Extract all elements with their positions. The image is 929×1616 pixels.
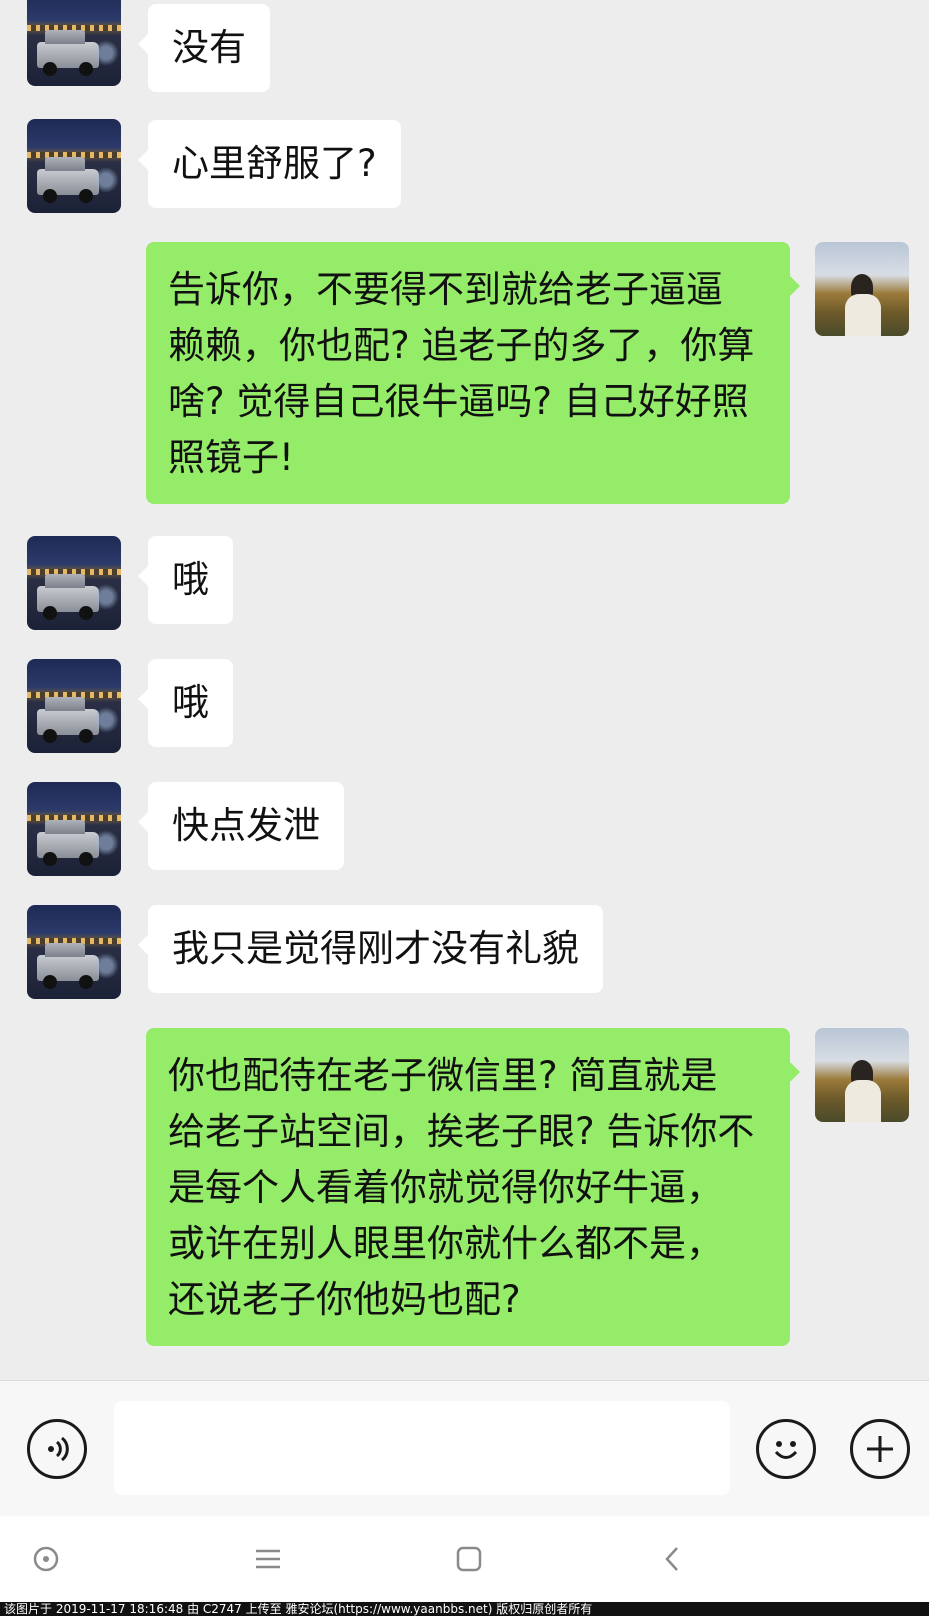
menu-icon[interactable] bbox=[245, 1536, 291, 1582]
message-line: 给老子站空间，挨老子眼? 告诉你不 bbox=[168, 1110, 755, 1153]
message-text: 哦 bbox=[172, 558, 209, 601]
square-icon[interactable] bbox=[446, 1536, 492, 1582]
received-message[interactable]: 快点发泄 bbox=[138, 782, 344, 870]
contact-avatar[interactable] bbox=[27, 659, 121, 753]
message-line: 赖赖，你也配? 追老子的多了，你算 bbox=[168, 324, 755, 367]
system-nav-bar bbox=[0, 1516, 929, 1602]
back-arrow-icon[interactable] bbox=[650, 1536, 696, 1582]
message-line: 照镜子! bbox=[168, 436, 294, 479]
contact-avatar[interactable] bbox=[27, 536, 121, 630]
received-message[interactable]: 心里舒服了? bbox=[138, 120, 401, 208]
emoji-icon[interactable] bbox=[756, 1419, 816, 1479]
contact-avatar[interactable] bbox=[27, 119, 121, 213]
message-line: 是每个人看着你就觉得你好牛逼， bbox=[168, 1166, 723, 1209]
message-text: 哦 bbox=[172, 681, 209, 724]
message-line: 或许在别人眼里你就什么都不是， bbox=[168, 1222, 723, 1265]
input-bar bbox=[0, 1380, 929, 1517]
message-text: 心里舒服了? bbox=[172, 142, 377, 185]
message-line: 啥? 觉得自己很牛逼吗? 自己好好照 bbox=[168, 380, 749, 423]
received-message[interactable]: 哦 bbox=[138, 536, 233, 624]
circle-dot-icon[interactable] bbox=[23, 1536, 69, 1582]
message-text: 没有 bbox=[172, 26, 246, 69]
chat-area[interactable]: 没有 心里舒服了? 告诉你，不要得不到就给老子逼逼 赖赖，你也配? 追老子的多了… bbox=[0, 0, 929, 1380]
sent-message[interactable]: 告诉你，不要得不到就给老子逼逼 赖赖，你也配? 追老子的多了，你算 啥? 觉得自… bbox=[146, 242, 800, 504]
sent-message[interactable]: 你也配待在老子微信里? 简直就是 给老子站空间，挨老子眼? 告诉你不 是每个人看… bbox=[146, 1028, 800, 1346]
self-avatar[interactable] bbox=[815, 242, 909, 336]
message-line: 还说老子你他妈也配? bbox=[168, 1278, 521, 1321]
self-avatar[interactable] bbox=[815, 1028, 909, 1122]
message-input[interactable] bbox=[114, 1401, 730, 1495]
contact-avatar[interactable] bbox=[27, 905, 121, 999]
message-line: 你也配待在老子微信里? 简直就是 bbox=[168, 1054, 718, 1097]
received-message[interactable]: 哦 bbox=[138, 659, 233, 747]
received-message[interactable]: 我只是觉得刚才没有礼貌 bbox=[138, 905, 603, 993]
contact-avatar[interactable] bbox=[27, 0, 121, 86]
voice-icon[interactable] bbox=[27, 1419, 87, 1479]
plus-icon[interactable] bbox=[850, 1419, 910, 1479]
message-text: 快点发泄 bbox=[172, 804, 320, 847]
received-message[interactable]: 没有 bbox=[138, 4, 270, 92]
message-line: 告诉你，不要得不到就给老子逼逼 bbox=[168, 268, 723, 311]
contact-avatar[interactable] bbox=[27, 782, 121, 876]
watermark-text: 该图片于 2019-11-17 18:16:48 由 C2747 上传至 雅安论… bbox=[0, 1602, 929, 1616]
message-text: 我只是觉得刚才没有礼貌 bbox=[172, 927, 579, 970]
